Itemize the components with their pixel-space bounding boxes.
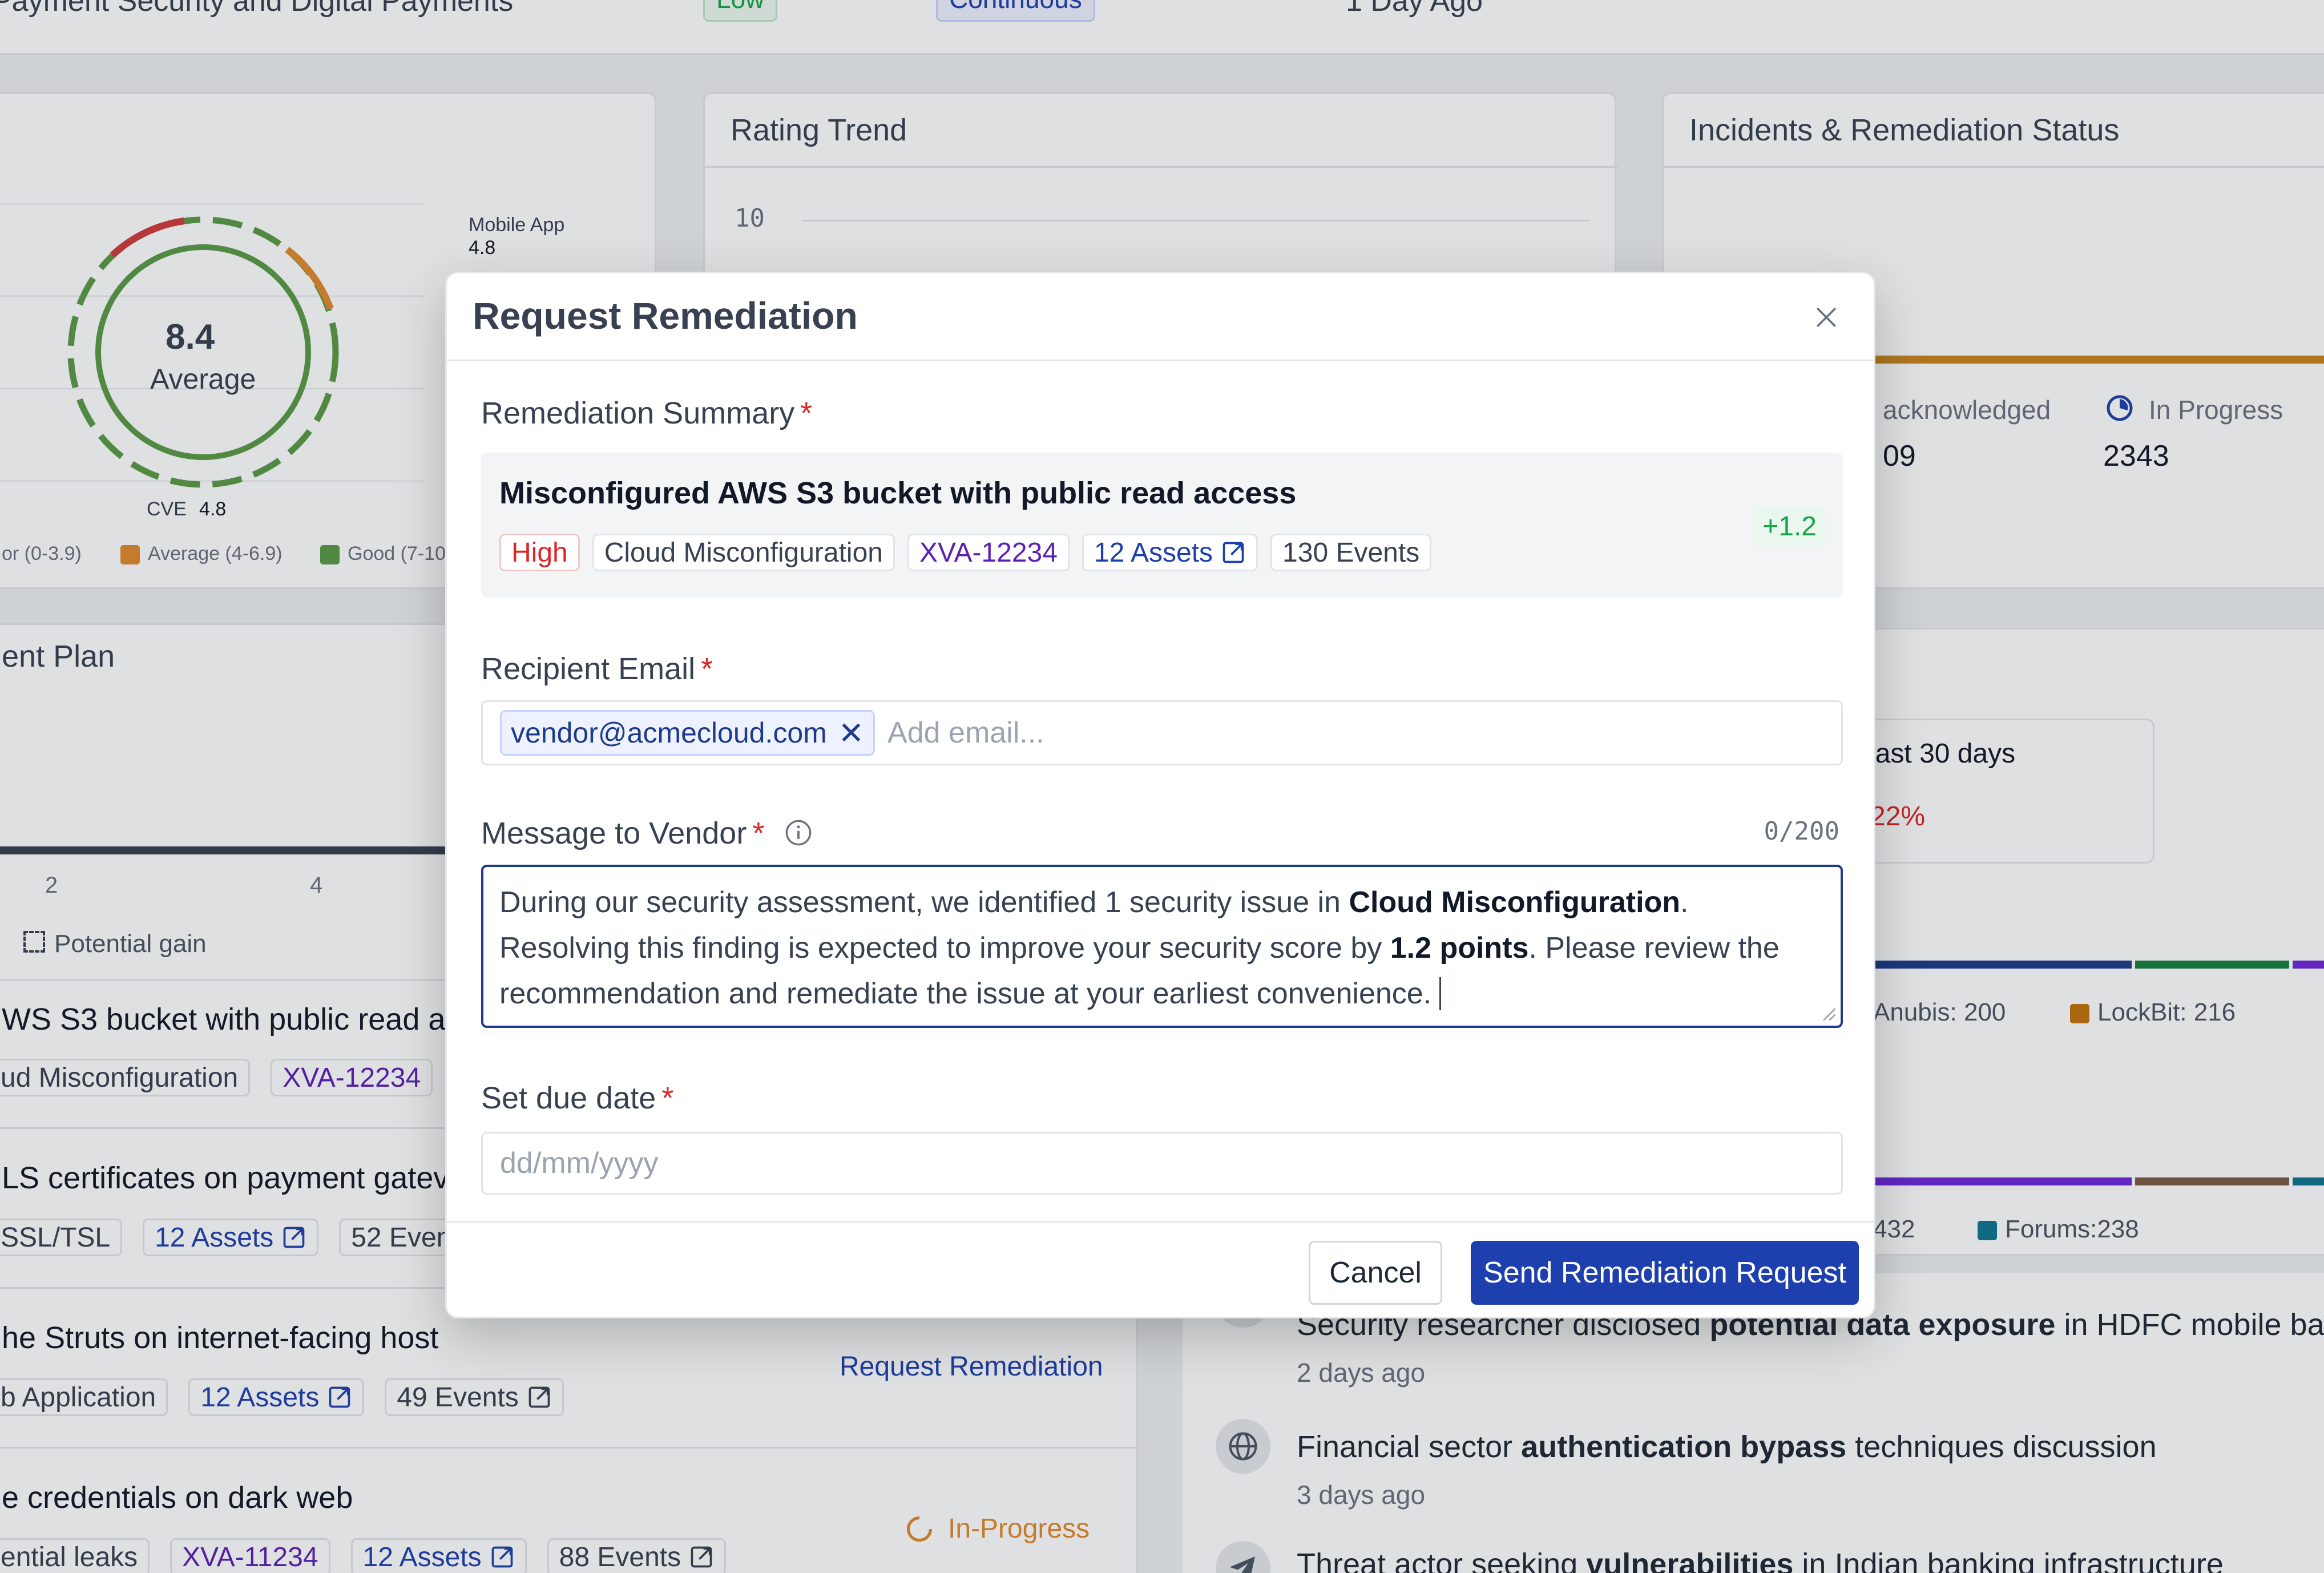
email-chip: vendor@acmecloud.com ✕ — [500, 710, 875, 756]
required-asterisk: * — [701, 652, 713, 686]
remove-email-icon[interactable]: ✕ — [838, 715, 864, 751]
modal-footer: Cancel Send Remediation Request — [447, 1221, 1874, 1317]
char-count: 0/200 — [1764, 817, 1839, 846]
severity-badge: High — [499, 534, 580, 571]
cancel-button[interactable]: Cancel — [1309, 1241, 1442, 1305]
external-link-icon — [1222, 542, 1244, 563]
modal-header: Request Remediation — [447, 273, 1874, 361]
message-label: Message to Vendor * — [481, 816, 765, 850]
id-pill: XVA-12234 — [907, 534, 1070, 571]
recipient-label: Recipient Email * — [481, 652, 713, 686]
resize-handle-icon[interactable] — [1818, 1003, 1837, 1022]
required-asterisk: * — [752, 816, 765, 850]
assets-link[interactable]: 12 Assets — [1082, 534, 1258, 571]
due-date-label: Set due date * — [481, 1081, 674, 1115]
text-cursor — [1439, 977, 1450, 1010]
summary-tags: High Cloud Misconfiguration XVA-12234 12… — [499, 534, 1444, 571]
email-chip-text: vendor@acmecloud.com — [511, 717, 827, 749]
summary-label: Remediation Summary * — [481, 396, 813, 430]
close-icon — [1817, 308, 1836, 327]
due-date-input[interactable] — [481, 1132, 1843, 1195]
message-textarea[interactable]: During our security assessment, we ident… — [481, 865, 1843, 1028]
required-asterisk: * — [800, 396, 813, 430]
close-button[interactable] — [1807, 299, 1845, 336]
required-asterisk: * — [661, 1081, 674, 1115]
score-gain-badge: +1.2 — [1753, 507, 1826, 546]
modal-title: Request Remediation — [473, 295, 858, 337]
request-remediation-modal: Request Remediation Remediation Summary *… — [445, 272, 1875, 1318]
remediation-summary: Misconfigured AWS S3 bucket with public … — [481, 453, 1843, 598]
recipient-email-field[interactable]: vendor@acmecloud.com ✕ — [481, 700, 1843, 765]
category-pill: Cloud Misconfiguration — [592, 534, 895, 571]
summary-title: Misconfigured AWS S3 bucket with public … — [499, 476, 1297, 510]
events-pill: 130 Events — [1270, 534, 1432, 571]
info-icon[interactable] — [784, 818, 813, 848]
add-email-input[interactable] — [887, 716, 1687, 750]
send-remediation-request-button[interactable]: Send Remediation Request — [1471, 1241, 1859, 1305]
